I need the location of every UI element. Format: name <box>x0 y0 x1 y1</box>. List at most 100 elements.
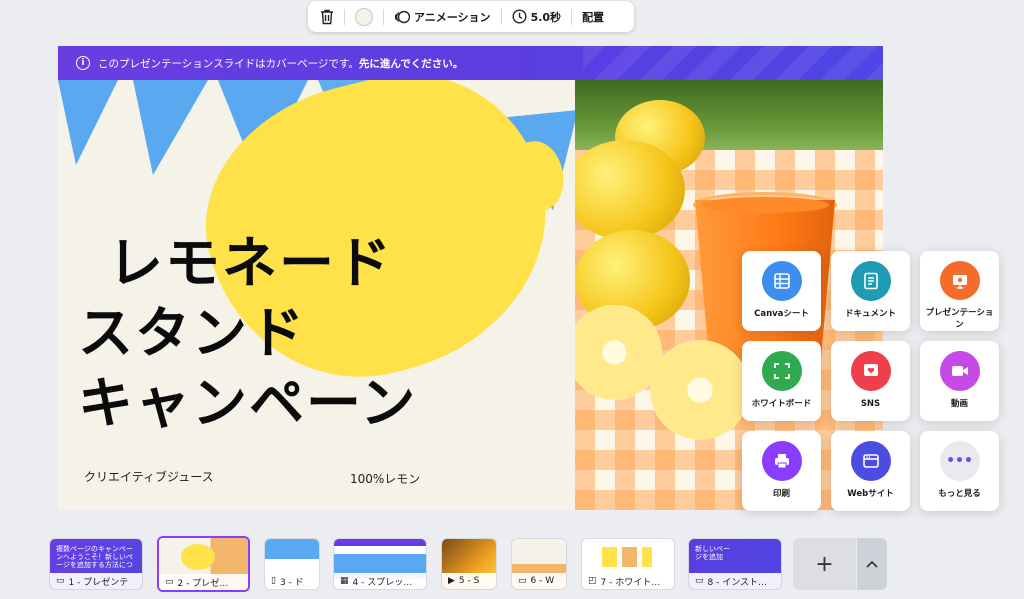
thumbnail-label-text: 4 - スプレッ… <box>352 577 413 588</box>
presentation-icon <box>939 261 980 300</box>
add-page-button[interactable]: + <box>793 538 856 590</box>
headline-line-1: レモネード <box>108 231 394 295</box>
page-thumbnail-6[interactable]: ▭ 6 - W <box>511 538 567 590</box>
banner-pattern <box>583 46 883 80</box>
panel-item-label: ドキュメント <box>844 309 896 319</box>
panel-item-label: 動画 <box>950 399 968 409</box>
thumbnail-label: ▭ 1 - プレゼンテ <box>50 573 142 589</box>
banner-text: このプレゼンテーションスライドはカバーページです。 <box>98 57 359 70</box>
add-page-type-panel: Canvaシート ドキュメント プレゼンテーション ホワイトボード SNS 動画 <box>742 251 999 511</box>
thumbnail-lemon <box>181 544 215 570</box>
delete-button[interactable] <box>316 1 338 32</box>
video-icon <box>939 351 980 391</box>
photo-cup-inside <box>701 197 829 213</box>
thumbnail-label: ▯ 3 - ド <box>265 573 319 589</box>
thumbnail-label-text: 1 - プレゼンテ <box>68 577 129 588</box>
panel-item-document[interactable]: ドキュメント <box>831 251 910 331</box>
animation-button[interactable]: アニメーション <box>390 1 495 32</box>
more-icon: ••• <box>939 441 980 481</box>
video-icon: ▶ <box>448 576 455 586</box>
presentation-icon: ▭ <box>165 577 174 587</box>
page-thumbnail-7[interactable]: ◰ 7 - ホワイト… <box>581 538 675 590</box>
thumbnail-label-text: 5 - S <box>458 576 480 586</box>
thumbnail-text: 新しいページを追加 <box>695 545 730 561</box>
page-thumbnail-5[interactable]: ▶ 5 - S <box>441 538 497 590</box>
whiteboard-icon: ◰ <box>588 576 597 586</box>
thumbnail-label-text: 3 - ド <box>279 577 304 588</box>
panel-item-canva-sheet[interactable]: Canvaシート <box>742 251 821 331</box>
panel-item-website[interactable]: Webサイト <box>831 431 910 511</box>
panel-item-video[interactable]: 動画 <box>920 341 999 421</box>
duration-label: 5.0秒 <box>530 10 562 24</box>
trash-icon <box>321 9 333 24</box>
page-thumbnail-8[interactable]: 新しいページを追加 ▭ 8 - インスト… <box>688 538 782 590</box>
printer-icon <box>761 441 802 481</box>
heart-icon <box>850 351 891 391</box>
thumbnail-label: ▭ 2 - プレゼ… <box>159 574 248 590</box>
document-icon <box>850 261 891 301</box>
toolbar-divider <box>383 8 384 25</box>
slide-subtext-left[interactable]: クリエイティブジュース <box>84 468 214 485</box>
slide-headline[interactable]: レモネード スタンド キャンペーン <box>78 228 417 438</box>
toolbar-divider <box>344 8 345 25</box>
website-icon <box>850 441 891 481</box>
page-thumbnail-3[interactable]: ▯ 3 - ド <box>264 538 320 590</box>
thumbnail-label-text: 8 - インスト… <box>707 577 768 588</box>
arrange-button[interactable]: 配置 <box>578 1 608 32</box>
thumbnail-label-text: 7 - ホワイト… <box>600 577 661 588</box>
animation-icon <box>394 10 410 23</box>
element-toolbar: アニメーション 5.0秒 配置 <box>308 1 634 32</box>
thumbnail-label-text: 2 - プレゼ… <box>177 578 229 589</box>
panel-item-label: Webサイト <box>847 489 894 499</box>
grid-sheet-icon <box>761 261 802 301</box>
info-icon: i <box>76 56 90 70</box>
panel-item-sns[interactable]: SNS <box>831 341 910 421</box>
thumbnail-label: ▦ 4 - スプレッ… <box>334 573 426 589</box>
panel-item-presentation[interactable]: プレゼンテーション <box>920 251 999 331</box>
panel-item-label: もっと見る <box>938 489 981 499</box>
photo-lemon-half <box>575 305 662 400</box>
thumbnail-label: ▭ 8 - インスト… <box>689 573 781 589</box>
duration-button[interactable]: 5.0秒 <box>508 1 566 32</box>
thumbnail-label: ◰ 7 - ホワイト… <box>582 573 674 589</box>
website-icon: ▭ <box>518 576 527 586</box>
panel-item-label: 印刷 <box>772 489 790 499</box>
clock-icon <box>512 9 527 24</box>
cover-page-banner: i このプレゼンテーションスライドはカバーページです。 先に進んでください。 <box>58 46 883 80</box>
toolbar-divider <box>500 8 502 25</box>
panel-item-label: ホワイトボード <box>751 399 812 409</box>
whiteboard-icon <box>761 351 802 391</box>
page-thumbnail-2[interactable]: ▭ 2 - プレゼ… <box>157 536 250 592</box>
toolbar-divider <box>571 8 573 25</box>
panel-item-whiteboard[interactable]: ホワイトボード <box>742 341 821 421</box>
animation-label: アニメーション <box>414 10 491 24</box>
photo-lemon <box>575 140 685 240</box>
presentation-icon: ▭ <box>56 576 65 586</box>
panel-item-label: Canvaシート <box>754 309 809 319</box>
headline-line-3: キャンペーン <box>78 371 418 435</box>
color-swatch <box>355 7 373 26</box>
panel-item-label: プレゼンテーション <box>925 308 994 330</box>
thumbnail-label: ▶ 5 - S <box>442 573 496 589</box>
color-button[interactable] <box>351 1 377 32</box>
panel-item-print[interactable]: 印刷 <box>742 431 821 511</box>
page-thumbnail-1[interactable]: 複数ページのキャンペーンへようこそ！新しいページを追加する方法について、最後まで… <box>49 538 143 590</box>
thumbnail-shapes <box>602 547 652 567</box>
photo-lemon-half <box>650 340 750 440</box>
page-thumbnail-4[interactable]: ▦ 4 - スプレッ… <box>333 538 427 590</box>
presentation-icon: ▭ <box>695 576 704 586</box>
headline-line-2: スタンド <box>78 301 307 365</box>
thumbnail-label: ▭ 6 - W <box>512 573 566 589</box>
chevron-up-icon <box>866 560 878 568</box>
thumbnail-label-text: 6 - W <box>530 576 555 586</box>
thumbnail-text: 複数ページのキャンペーンへようこそ！新しいページを追加する方法について、最後まで… <box>56 545 133 569</box>
panel-item-label: SNS <box>860 399 881 409</box>
arrange-label: 配置 <box>582 10 605 24</box>
sheet-icon: ▦ <box>340 576 349 586</box>
slide-subtext-right[interactable]: 100%レモン <box>350 470 420 487</box>
panel-item-more[interactable]: ••• もっと見る <box>920 431 999 511</box>
banner-bold-text: 先に進んでください。 <box>358 57 464 70</box>
expand-pages-button[interactable] <box>857 538 887 590</box>
document-icon: ▯ <box>271 576 276 586</box>
page-filmstrip: 複数ページのキャンペーンへようこそ！新しいページを追加する方法について、最後まで… <box>0 533 1024 599</box>
